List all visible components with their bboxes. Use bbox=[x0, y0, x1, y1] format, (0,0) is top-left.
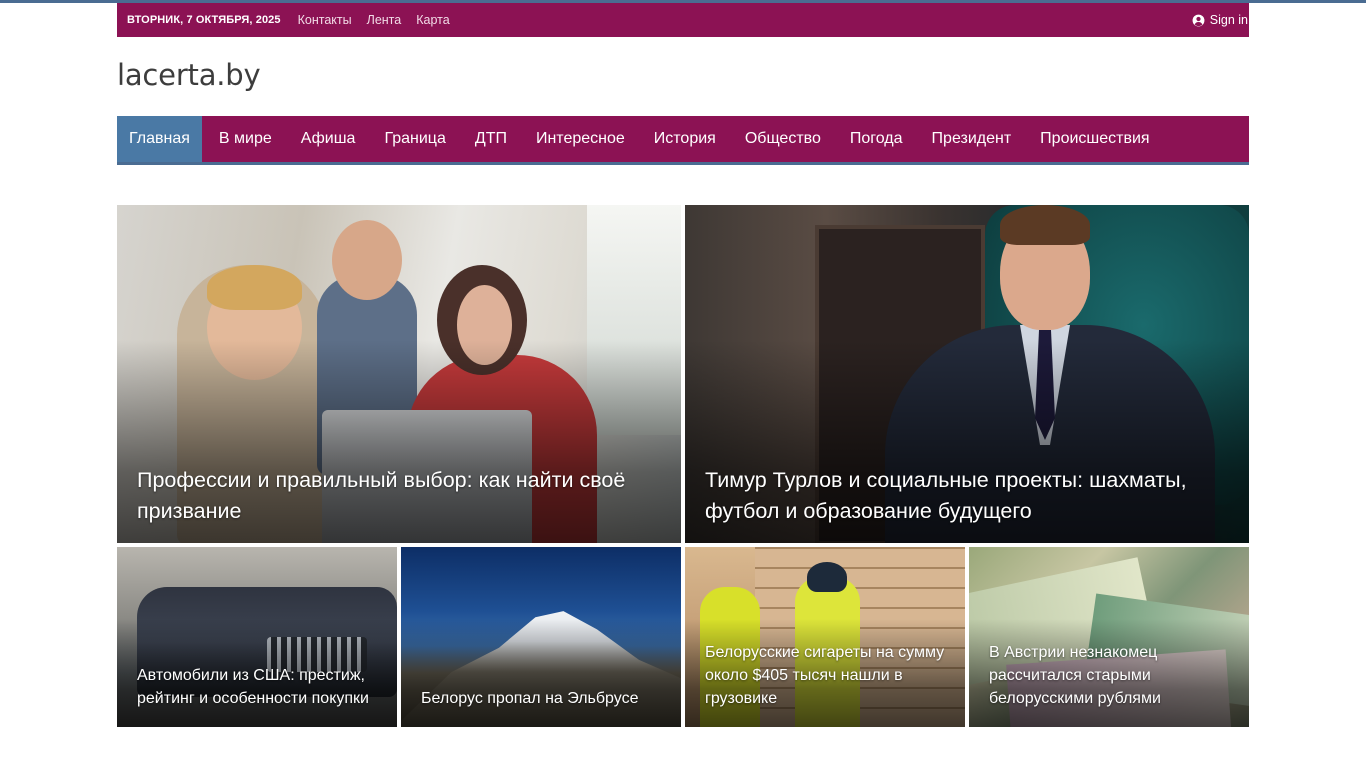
featured-card-austria-rubles[interactable]: В Австрии незнакомец рассчитался старыми… bbox=[969, 547, 1249, 727]
featured-card-usa-cars[interactable]: Автомобили из США: престиж, рейтинг и ос… bbox=[117, 547, 397, 727]
user-circle-icon bbox=[1192, 14, 1205, 27]
top-link-feed[interactable]: Лента bbox=[367, 13, 402, 27]
top-links: Контакты Лента Карта bbox=[298, 13, 465, 27]
featured-card-turlov[interactable]: Тимур Турлов и социальные проекты: шахма… bbox=[685, 205, 1249, 543]
nav-item-weather[interactable]: Погода bbox=[838, 116, 915, 162]
nav-item-accidents[interactable]: ДТП bbox=[463, 116, 519, 162]
nav-item-events[interactable]: Афиша bbox=[289, 116, 368, 162]
main-nav: Главная В мире Афиша Граница ДТП Интерес… bbox=[117, 116, 1249, 165]
featured-grid: Профессии и правильный выбор: как найти … bbox=[117, 205, 1249, 727]
nav-item-society[interactable]: Общество bbox=[733, 116, 833, 162]
sign-in-label: Sign in bbox=[1209, 13, 1248, 27]
nav-item-history[interactable]: История bbox=[642, 116, 728, 162]
nav-item-home[interactable]: Главная bbox=[117, 116, 202, 162]
top-link-map[interactable]: Карта bbox=[416, 13, 449, 27]
featured-card-professions[interactable]: Профессии и правильный выбор: как найти … bbox=[117, 205, 681, 543]
featured-title[interactable]: В Австрии незнакомец рассчитался старыми… bbox=[989, 641, 1229, 710]
top-bar: ВТОРНИК, 7 ОКТЯБРЯ, 2025 Контакты Лента … bbox=[117, 3, 1249, 37]
sign-in-button[interactable]: Sign in bbox=[1192, 13, 1249, 27]
featured-title[interactable]: Профессии и правильный выбор: как найти … bbox=[137, 465, 661, 527]
current-date: ВТОРНИК, 7 ОКТЯБРЯ, 2025 bbox=[127, 14, 281, 26]
top-link-contacts[interactable]: Контакты bbox=[298, 13, 352, 27]
featured-title[interactable]: Тимур Турлов и социальные проекты: шахма… bbox=[705, 465, 1229, 527]
nav-item-border[interactable]: Граница bbox=[372, 116, 457, 162]
nav-item-president[interactable]: Президент bbox=[920, 116, 1024, 162]
nav-item-incidents[interactable]: Происшествия bbox=[1028, 116, 1161, 162]
featured-title[interactable]: Белорус пропал на Эльбрусе bbox=[421, 687, 661, 710]
featured-title[interactable]: Белорусские сигареты на сумму около $405… bbox=[705, 641, 945, 710]
featured-card-elbrus[interactable]: Белорус пропал на Эльбрусе bbox=[401, 547, 681, 727]
nav-item-interesting[interactable]: Интересное bbox=[524, 116, 637, 162]
featured-title[interactable]: Автомобили из США: престиж, рейтинг и ос… bbox=[137, 664, 377, 710]
nav-item-world[interactable]: В мире bbox=[207, 116, 284, 162]
featured-card-cigarettes[interactable]: Белорусские сигареты на сумму около $405… bbox=[685, 547, 965, 727]
site-logo[interactable]: lacerta.by bbox=[117, 58, 1249, 98]
